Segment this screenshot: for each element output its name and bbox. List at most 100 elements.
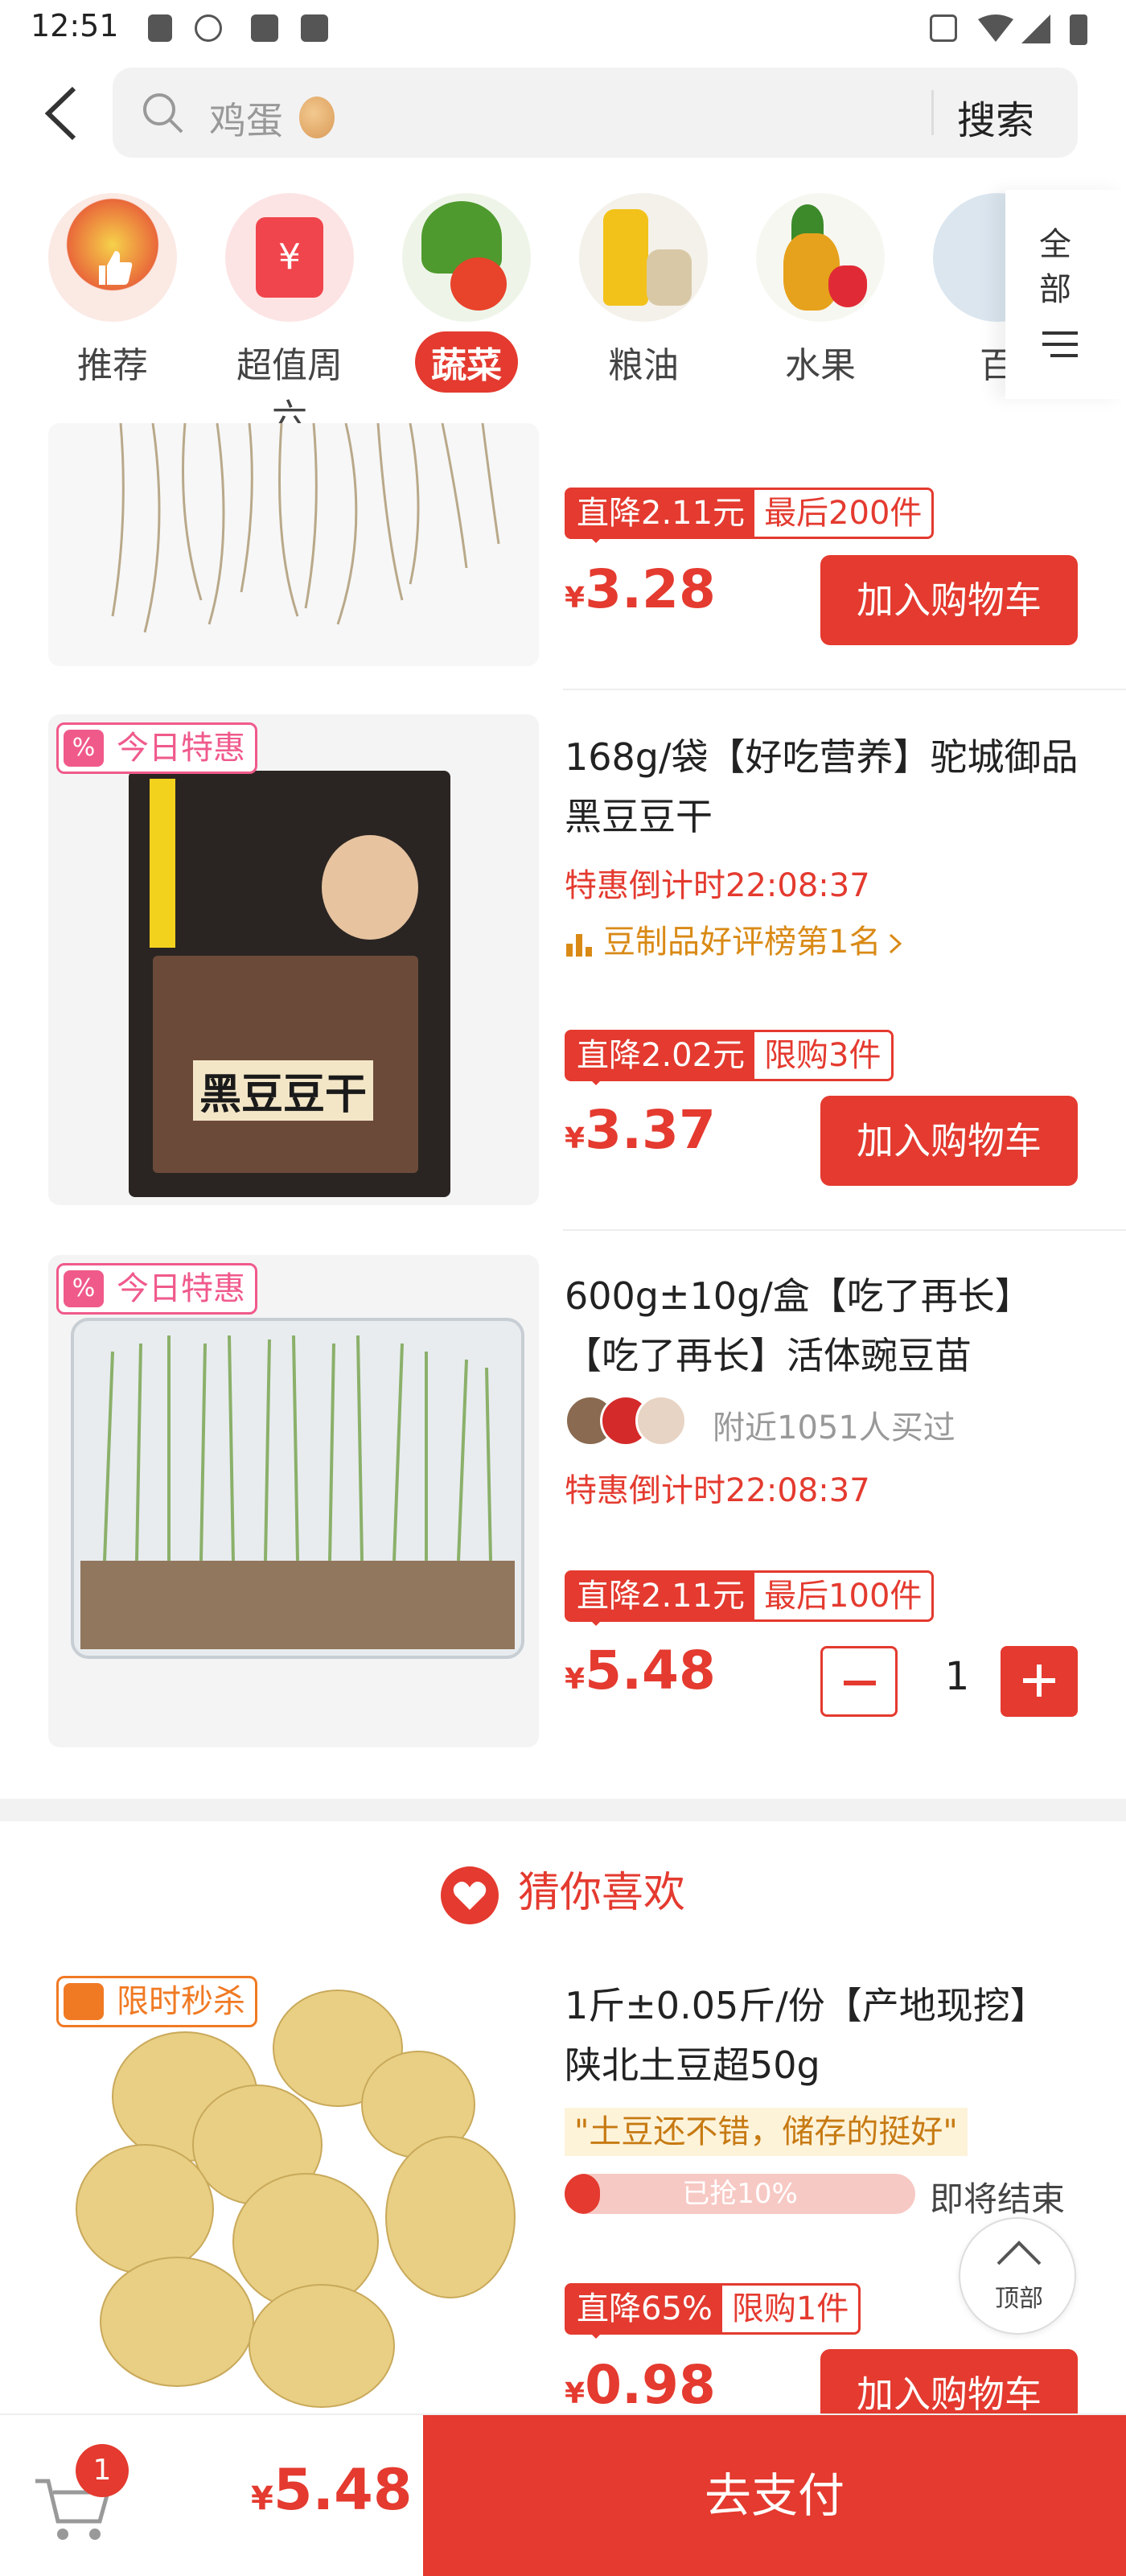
product-image[interactable]: % 今日特惠 [48, 1255, 539, 1747]
guess-you-like-heading: 猜你喜欢 [0, 1858, 1126, 1924]
category-label: 粮油 [608, 345, 679, 386]
product-image[interactable] [48, 423, 539, 666]
sold-progress-bar: 已抢10% [565, 2174, 915, 2214]
price-drop-label: 直降2.11元 [567, 490, 755, 543]
add-to-cart-button[interactable]: 加入购物车 [820, 2349, 1078, 2413]
review-quote: "土豆还不错，储存的挺好" [565, 2108, 968, 2156]
ranking-link[interactable]: 豆制品好评榜第1名 [565, 916, 903, 962]
search-input[interactable]: 鸡蛋 [209, 92, 283, 145]
chevron-right-icon [890, 933, 902, 954]
category-fruit[interactable]: 水果 [748, 193, 893, 393]
percent-icon: % [64, 730, 104, 767]
price-drop-label: 直降2.11元 [567, 1573, 755, 1626]
category-label: 水果 [785, 345, 856, 386]
today-deal-tag: % 今日特惠 [56, 1263, 257, 1315]
menu-lines-icon [1042, 331, 1078, 357]
ending-soon-label: 即将结束 [930, 2179, 1066, 2219]
buyer-avatars [565, 1395, 709, 1446]
increase-quantity-button[interactable] [1001, 1646, 1078, 1717]
section-gap [0, 1799, 1126, 1821]
category-grain-oil[interactable]: 粮油 [571, 193, 716, 393]
promo-badge: 直降2.02元 限购3件 [565, 1030, 894, 1085]
divider [563, 1229, 1126, 1231]
quantity-stepper[interactable]: 1 [820, 1646, 1078, 1717]
search-button[interactable]: 搜索 [957, 88, 1070, 145]
divider [563, 689, 1126, 690]
tofu-package-image: 黑豆豆干 [129, 771, 450, 1197]
cart-total: ¥5.48 [251, 2457, 413, 2523]
status-time: 12:51 [31, 8, 119, 43]
checkout-button[interactable]: 去支付 [423, 2415, 1126, 2576]
product-title[interactable]: 168g/袋【好吃营养】驼城御品黑豆豆干 [565, 727, 1079, 846]
stock-limit-label: 最后100件 [754, 1573, 932, 1619]
package-text: 黑豆豆干 [193, 1060, 374, 1121]
checkout-bar: 1 ¥5.48 去支付 [0, 2413, 1126, 2576]
back-arrow-icon[interactable] [42, 85, 82, 142]
pea-sprout-roots-image [111, 423, 500, 633]
price-drop-label: 直降65% [567, 2286, 722, 2339]
download-icon [195, 14, 222, 42]
quantity-value: 1 [944, 1654, 970, 1699]
all-categories-label: 全部 [1039, 226, 1071, 308]
category-grain-oil-image [579, 193, 708, 322]
ranking-bars-icon [566, 934, 592, 957]
category-recommend-image [48, 193, 177, 322]
pea-sprouts-box-image [71, 1318, 524, 1659]
product-price: ¥3.37 [565, 1099, 716, 1161]
app-icon [251, 14, 278, 42]
potatoes-image [76, 1990, 516, 2408]
decrease-quantity-button[interactable] [820, 1646, 898, 1717]
product-price: ¥3.28 [565, 558, 716, 620]
search-icon [143, 93, 183, 134]
product-image[interactable]: 黑豆豆干 % 今日特惠 [48, 714, 539, 1205]
signal-icon [1021, 14, 1050, 43]
add-to-cart-button[interactable]: 加入购物车 [820, 1096, 1078, 1186]
product-title[interactable]: 600g±10g/盒【吃了再长】【吃了再长】活体豌豆苗 [565, 1266, 1079, 1385]
purchase-limit-label: 限购1件 [721, 2286, 859, 2332]
notification-a-icon [148, 14, 172, 42]
yen-tag-icon: ¥ [256, 217, 323, 298]
promo-badge: 直降2.11元 最后100件 [565, 1570, 935, 1626]
sold-progress-text: 已抢10% [682, 2178, 798, 2210]
price-drop-label: 直降2.02元 [567, 1032, 755, 1085]
product-image[interactable]: 限时秒杀 [48, 1968, 539, 2413]
thumbs-up-icon [99, 251, 133, 285]
app-icon-2 [301, 14, 328, 42]
cart-count-badge: 1 [76, 2444, 129, 2497]
flash-sale-tag: 限时秒杀 [56, 1976, 257, 2027]
stock-limit-label: 最后200件 [754, 490, 932, 537]
category-saturday[interactable]: ¥ 超值周六 [217, 193, 362, 444]
product-price: ¥0.98 [565, 2354, 716, 2416]
category-label: 推荐 [77, 345, 148, 386]
battery-icon [1070, 14, 1087, 45]
product-title[interactable]: 1斤±0.05斤/份【产地现挖】陕北土豆超50g [565, 1976, 1079, 2095]
avatar [635, 1395, 687, 1446]
search-bar[interactable]: 鸡蛋 搜索 [113, 68, 1078, 158]
promo-badge: 直降65% 限购1件 [565, 2283, 861, 2339]
buyers-count: 附近1051人买过 [713, 1409, 955, 1446]
add-to-cart-button[interactable]: 加入购物车 [820, 555, 1078, 645]
category-recommend[interactable]: 推荐 [40, 193, 185, 393]
back-to-top-button[interactable]: 顶部 [959, 2217, 1076, 2335]
status-bar: 12:51 [0, 0, 1126, 58]
today-deal-tag: % 今日特惠 [56, 722, 257, 774]
deal-countdown: 特惠倒计时22:08:37 [565, 867, 870, 904]
category-saturday-image: ¥ [225, 193, 354, 322]
search-divider [931, 90, 934, 135]
category-label-active: 蔬菜 [415, 331, 518, 393]
category-vegetables[interactable]: 蔬菜 [394, 193, 539, 393]
cast-icon [930, 14, 957, 42]
category-fruit-image [756, 193, 885, 322]
chevron-up-icon [997, 2241, 1042, 2265]
heart-icon [440, 1866, 499, 1924]
back-to-top-label: 顶部 [995, 2285, 1043, 2313]
product-price: ¥5.48 [565, 1640, 716, 1702]
all-categories-button[interactable]: 全部 [1005, 190, 1126, 399]
promo-badge: 直降2.11元 最后200件 [565, 488, 935, 543]
percent-icon: % [64, 1270, 104, 1307]
wifi-icon [978, 14, 1013, 42]
egg-emoji-icon [299, 97, 335, 138]
purchase-limit-label: 限购3件 [754, 1032, 891, 1079]
category-vegetables-image [402, 193, 531, 322]
clock-icon [64, 1983, 104, 2020]
